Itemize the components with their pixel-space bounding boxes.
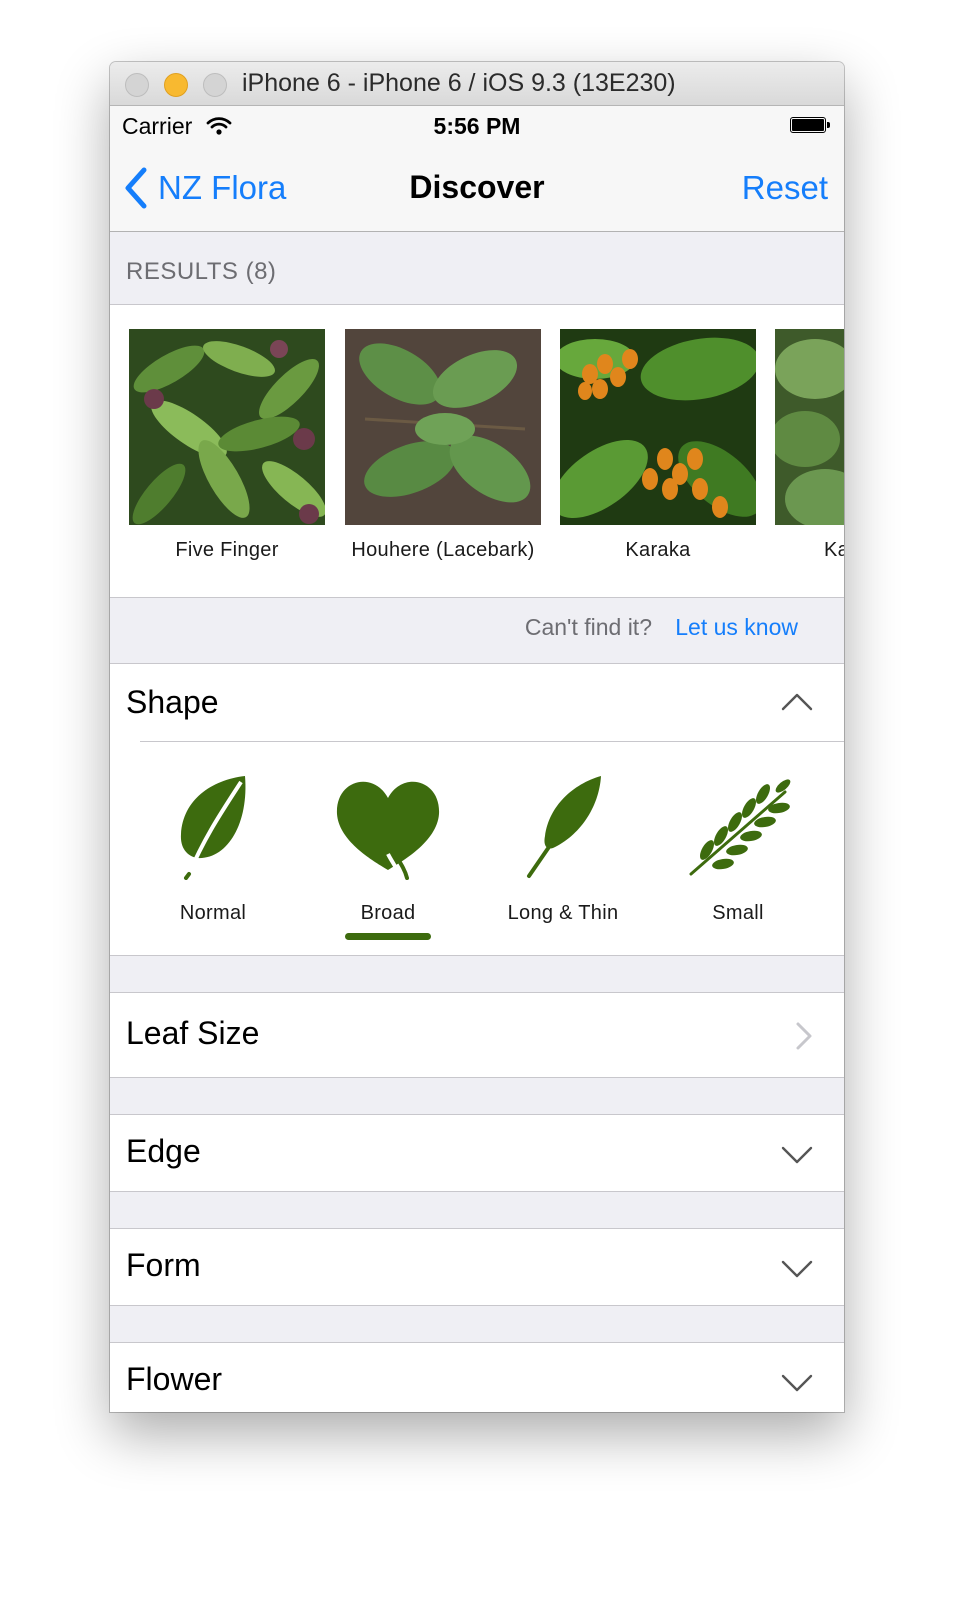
shape-option-label: Long & Thin — [507, 902, 619, 924]
status-bar: Carrier 5:56 PM — [110, 106, 844, 146]
result-name: Five Finger — [175, 539, 279, 561]
flower-section-title: Flower — [126, 1361, 223, 1397]
plant-photo — [775, 329, 844, 525]
shape-option-label: Broad — [360, 902, 416, 924]
broad-leaf-icon — [336, 781, 440, 880]
result-name: Houhere (Lacebark) — [351, 539, 535, 561]
window-titlebar: iPhone 6 - iPhone 6 / iOS 9.3 (13E230) — [110, 62, 844, 106]
close-window-button[interactable] — [125, 73, 149, 97]
shape-option-broad[interactable]: Broad — [303, 774, 473, 940]
form-filter-row[interactable]: Form — [110, 1228, 844, 1306]
chevron-down-icon — [781, 1146, 813, 1164]
result-card[interactable]: Five Finger — [129, 329, 325, 562]
normal-leaf-icon — [180, 776, 246, 880]
zoom-window-button[interactable] — [203, 73, 227, 97]
shape-divider — [140, 741, 844, 742]
edge-filter-row[interactable]: Edge — [110, 1114, 844, 1192]
shape-option-label: Normal — [179, 902, 247, 924]
form-section-title: Form — [126, 1247, 201, 1283]
shape-option-label: Small — [712, 902, 764, 924]
result-card[interactable]: Ka — [775, 329, 844, 562]
shape-option-long-thin[interactable]: Long & Thin — [478, 774, 648, 925]
selected-indicator — [345, 933, 431, 940]
status-time: 5:56 PM — [433, 113, 521, 139]
result-card[interactable]: Karaka — [560, 329, 756, 562]
result-name: Karaka — [625, 539, 691, 561]
reset-button[interactable]: Reset — [742, 169, 828, 207]
results-section-header: RESULTS (8) — [110, 232, 844, 305]
chevron-up-icon[interactable] — [780, 692, 814, 712]
cant-find-label: Can't find it? — [524, 614, 652, 640]
result-card[interactable]: Houhere (Lacebark) — [345, 329, 541, 562]
shape-filter-section: Shape Normal Broad Long & Thin Small — [110, 664, 844, 956]
result-name: Ka — [824, 539, 844, 561]
simulator-window: iPhone 6 - iPhone 6 / iOS 9.3 (13E230) C… — [110, 62, 844, 1412]
battery-icon — [790, 117, 832, 135]
feedback-bar: Can't find it? Let us know — [110, 599, 844, 664]
shape-section-title: Shape — [126, 684, 219, 720]
window-title: iPhone 6 - iPhone 6 / iOS 9.3 (13E230) — [242, 69, 676, 97]
page-title: Discover — [409, 169, 545, 205]
plant-photo — [129, 329, 325, 525]
shape-option-normal[interactable]: Normal — [128, 774, 298, 925]
plant-photo — [345, 329, 541, 525]
edge-section-title: Edge — [126, 1133, 201, 1169]
leaf-size-row[interactable]: Leaf Size — [110, 992, 844, 1078]
shape-option-small[interactable]: Small — [653, 774, 823, 925]
small-leaf-icon — [689, 779, 791, 876]
leaf-size-title: Leaf Size — [126, 1015, 260, 1051]
results-count-label: RESULTS (8) — [126, 258, 277, 285]
long-thin-leaf-icon — [527, 776, 601, 878]
results-carousel[interactable]: Five Finger Houhere (Lacebark) Karaka K — [110, 305, 844, 598]
plant-photo — [560, 329, 756, 525]
flower-filter-row[interactable]: Flower — [110, 1342, 844, 1412]
chevron-down-icon — [781, 1374, 813, 1392]
chevron-right-icon — [796, 1022, 812, 1050]
chevron-down-icon — [781, 1260, 813, 1278]
let-us-know-link[interactable]: Let us know — [675, 614, 798, 641]
navigation-bar: NZ Flora Discover Reset — [110, 146, 844, 232]
minimize-window-button[interactable] — [164, 73, 188, 97]
